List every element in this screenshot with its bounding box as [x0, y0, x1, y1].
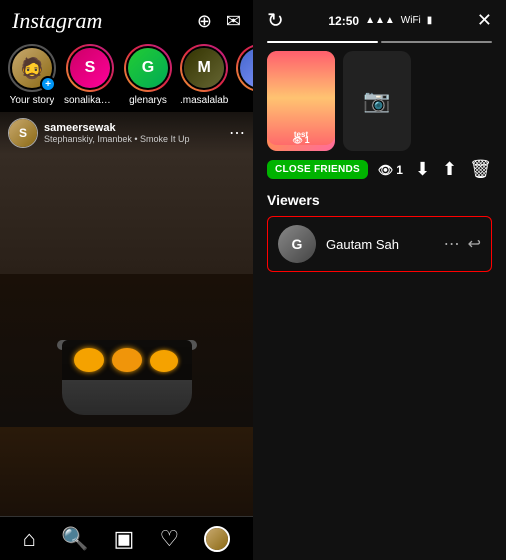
instagram-logo: Instagram [12, 8, 102, 34]
battery-icon: ▮ [427, 15, 433, 26]
viewer-row-gautam[interactable]: G Gautam Sah ⋯ ↩ [267, 216, 492, 272]
nav-heart-icon[interactable]: ♡ [159, 526, 179, 552]
story-thumbnail-active[interactable]: test 👁 1 [267, 51, 335, 151]
story-view-count: 👁 1 [292, 135, 309, 145]
camera-icon: 📷 [363, 88, 390, 114]
messages-icon[interactable]: ✉ [226, 11, 241, 32]
viewer-count-badge: 👁 1 [378, 163, 403, 177]
right-time: 12:50 [328, 14, 359, 28]
nav-search-icon[interactable]: 🔍 [61, 526, 88, 552]
story-ring-4: U [236, 44, 253, 92]
refresh-icon[interactable]: ↻ [267, 8, 284, 33]
story-thumb-gradient: test 👁 1 [267, 51, 335, 145]
wifi-icon: WiFi [401, 15, 421, 26]
story-ring-1: S [66, 44, 114, 92]
post-avatar: S [8, 118, 38, 148]
post-user-info: sameersewak Stephanskiy, Imanbek • Smoke… [44, 122, 223, 144]
close-button[interactable]: ✕ [477, 10, 492, 31]
header-icons: ⊕ ✉ [197, 11, 241, 32]
story-avatar-4: U [238, 46, 253, 90]
story-avatar-3: M [182, 46, 226, 90]
viewer-avatar-inner: G [278, 225, 316, 263]
egg-yolk-3 [150, 350, 178, 372]
action-icons-right: ⬇ ⬆ 🗑 [415, 159, 492, 180]
cooking-pot-container [62, 330, 192, 415]
viewers-section: Viewers G Gautam Sah ⋯ ↩ [253, 188, 506, 276]
story-thumbnail-camera[interactable]: 📷 [343, 51, 411, 151]
add-story-badge: + [40, 76, 56, 92]
eye-icon: 👁 [292, 136, 302, 145]
left-header: Instagram ⊕ ✉ [0, 0, 253, 38]
viewer-reply-icon[interactable]: ↩ [468, 234, 481, 254]
pot-visual [62, 340, 192, 415]
right-header-left: ↻ [267, 8, 284, 33]
viewer-row-icons: ⋯ ↩ [444, 234, 481, 254]
right-header-status: 12:50 ▲▲▲ WiFi ▮ [328, 14, 432, 28]
post-menu-icon[interactable]: ⋯ [229, 123, 245, 143]
story-ring-3: M [180, 44, 228, 92]
story-label-1: sonalikapuri [64, 95, 116, 106]
bottom-nav: ⌂ 🔍 ▣ ♡ [0, 516, 253, 560]
post-subtitle: Stephanskiy, Imanbek • Smoke It Up [44, 134, 223, 144]
delete-icon[interactable]: 🗑 [469, 159, 492, 180]
feed-post: S sameersewak Stephanskiy, Imanbek • Smo… [0, 112, 253, 516]
view-count-eye: 👁 [378, 163, 393, 177]
nav-reels-icon[interactable]: ▣ [114, 526, 135, 552]
story-avatar-2: G [126, 46, 170, 90]
story-actions-row: CLOSE FRIENDS 👁 1 ⬇ ⬆ 🗑 [253, 159, 506, 188]
story-preview-area: test 👁 1 📷 [253, 43, 506, 159]
story-item-3[interactable]: M .masalalab [180, 44, 228, 106]
story-item-4[interactable]: U ud [236, 44, 253, 106]
post-avatar-inner: S [9, 119, 37, 147]
story-label-2: glenarys [129, 95, 167, 106]
nav-home-icon[interactable]: ⌂ [23, 526, 36, 552]
cooking-scene [0, 112, 253, 516]
right-header: ↻ 12:50 ▲▲▲ WiFi ▮ ✕ [253, 0, 506, 37]
egg-yolk-2 [112, 348, 142, 372]
viewer-name-gautam: Gautam Sah [326, 237, 434, 252]
close-friends-badge[interactable]: CLOSE FRIENDS [267, 160, 368, 179]
share-icon[interactable]: ⬆ [442, 159, 457, 180]
story-item-yours[interactable]: 🧔 + Your story [8, 44, 56, 106]
table-surface [0, 427, 253, 516]
story-item-2[interactable]: G glenarys [124, 44, 172, 106]
add-post-icon[interactable]: ⊕ [197, 11, 212, 32]
pot-body [62, 340, 192, 415]
your-story-ring: 🧔 + [8, 44, 56, 92]
story-thumb-content: test 👁 1 [294, 130, 308, 139]
story-ring-2: G [124, 44, 172, 92]
viewer-more-icon[interactable]: ⋯ [444, 234, 460, 254]
post-username: sameersewak [44, 122, 223, 134]
left-panel: Instagram ⊕ ✉ 🧔 + Your story S sonali [0, 0, 253, 560]
signal-icon: ▲▲▲ [365, 15, 395, 26]
post-header: S sameersewak Stephanskiy, Imanbek • Smo… [0, 112, 253, 154]
story-label-yours: Your story [10, 95, 55, 106]
story-item-1[interactable]: S sonalikapuri [64, 44, 116, 106]
stories-row: 🧔 + Your story S sonalikapuri G glenarys [0, 38, 253, 112]
viewer-avatar-gautam: G [278, 225, 316, 263]
view-count-number: 1 [396, 163, 403, 177]
nav-profile-avatar[interactable] [204, 526, 230, 552]
viewers-title: Viewers [267, 192, 492, 208]
download-icon[interactable]: ⬇ [415, 159, 430, 180]
right-panel: ↻ 12:50 ▲▲▲ WiFi ▮ ✕ test 👁 1 [253, 0, 506, 560]
story-label-3: .masalalab [180, 95, 228, 106]
egg-yolk-1 [74, 348, 104, 372]
story-avatar-1: S [68, 46, 112, 90]
